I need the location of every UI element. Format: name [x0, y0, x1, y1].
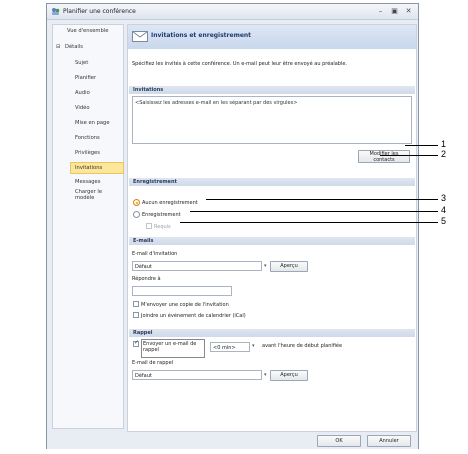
nav-item-features[interactable]: Fonctions [75, 135, 100, 141]
cancel-button[interactable]: Annuler [367, 435, 411, 447]
nav-item-load-template[interactable]: Charger le modèle [75, 189, 115, 201]
section-invitations: Invitations [129, 86, 415, 94]
copy-me-checkbox[interactable] [133, 301, 139, 307]
reply-to-input[interactable] [132, 286, 232, 296]
callout-number-3: 3 [441, 193, 447, 203]
ok-button[interactable]: OK [317, 435, 361, 447]
registration-label: Enregistrement [142, 212, 181, 218]
close-button[interactable]: ✕ [404, 7, 413, 16]
before-start-label: avant l'heure de début planifiée [262, 343, 343, 349]
radio-selected-dot [135, 201, 138, 204]
callout-number-4: 4 [441, 205, 447, 215]
reminder-email-select[interactable]: Défaut [132, 370, 262, 380]
chevron-down-icon[interactable]: ▾ [252, 343, 255, 349]
invitation-email-value: Défaut [135, 264, 152, 270]
window-title: Planifier une conférence [63, 8, 136, 15]
nav-item-messages[interactable]: Messages [75, 179, 100, 185]
nav-item-details[interactable]: Détails [65, 44, 83, 50]
nav-item-schedule[interactable]: Planifier [75, 75, 96, 81]
callout-line-4 [190, 211, 438, 212]
invitation-email-select[interactable]: Défaut [132, 261, 262, 271]
nav-item-invitations-label: Invitations [75, 165, 103, 171]
section-registration: Enregistrement [129, 178, 415, 186]
callout-line-5 [180, 222, 438, 223]
maximize-icon[interactable]: ▣ [390, 7, 399, 16]
reminder-email-value: Défaut [135, 373, 152, 379]
envelope-icon [132, 31, 148, 42]
button-bar: OK Annuler [47, 432, 418, 449]
conference-window: Planifier une conférence – ▣ ✕ Vue d'ens… [46, 3, 419, 449]
section-reminder: Rappel [129, 329, 415, 337]
reminder-minutes-select[interactable]: <0 min> [210, 342, 250, 352]
reminder-preview-button[interactable]: Aperçu [270, 370, 308, 381]
nav-item-privileges[interactable]: Privilèges [75, 150, 100, 156]
reminder-minutes-value: <0 min> [213, 345, 236, 351]
radio-no-registration[interactable] [133, 199, 140, 206]
callout-number-2: 2 [441, 149, 447, 159]
no-registration-label: Aucun enregistrement [142, 200, 198, 206]
required-label: Requis [154, 224, 171, 230]
send-reminder-tooltip: Envoyer un e-mail de rappel [141, 339, 205, 358]
invitation-preview-button[interactable]: Aperçu [270, 261, 308, 272]
nav-item-audio[interactable]: Audio [75, 90, 90, 96]
chevron-down-icon[interactable]: ▾ [264, 372, 267, 378]
nav-item-invitations-selected[interactable]: Invitations [70, 162, 124, 174]
calendar-label: Joindre un événement de calendrier (iCal… [141, 313, 246, 319]
callout-number-5: 5 [441, 216, 447, 226]
conference-app-icon [52, 8, 60, 15]
collapse-icon[interactable]: ⊟ [56, 44, 60, 50]
content-header: Invitations et enregistrement [128, 25, 416, 49]
chevron-down-icon[interactable]: ▾ [264, 263, 267, 269]
required-checkbox[interactable] [146, 223, 152, 229]
reply-to-label: Répondre à [132, 276, 161, 282]
nav-item-layout[interactable]: Mise en page [75, 120, 110, 126]
invitees-placeholder: <Saisissez les adresses e-mail en les sé… [135, 100, 298, 106]
content-description: Spécifiez les invités à cette conférence… [132, 61, 348, 67]
callout-number-1: 1 [441, 139, 447, 149]
copy-me-label: M'envoyer une copie de l'invitation [141, 302, 229, 308]
invitation-email-label: E-mail d'invitation [132, 251, 178, 257]
title-bar: Planifier une conférence – ▣ ✕ [47, 4, 418, 20]
modify-contacts-button[interactable]: Modifier les contacts [358, 150, 410, 163]
calendar-checkbox[interactable] [133, 312, 139, 318]
reminder-email-label: E-mail de rappel [132, 360, 174, 366]
callout-line-1 [405, 145, 438, 146]
invitees-input[interactable]: <Saisissez les adresses e-mail en les sé… [132, 96, 412, 144]
nav-panel: Vue d'ensemble ⊟ Détails Sujet Planifier… [52, 24, 124, 429]
checkmark-icon: ✓ [134, 339, 140, 346]
callout-line-3 [206, 199, 438, 200]
radio-registration[interactable] [133, 211, 140, 218]
nav-item-video[interactable]: Vidéo [75, 105, 90, 111]
nav-item-subject[interactable]: Sujet [75, 60, 88, 66]
send-reminder-checkbox[interactable]: ✓ [133, 339, 140, 347]
content-panel: Invitations et enregistrement Spécifiez … [127, 24, 417, 432]
callout-line-2 [380, 155, 438, 156]
content-title: Invitations et enregistrement [151, 32, 252, 39]
minimize-button[interactable]: – [376, 7, 385, 16]
send-reminder-label: Envoyer un e-mail de rappel [143, 341, 197, 353]
section-emails: E-mails [129, 237, 415, 245]
nav-item-overview[interactable]: Vue d'ensemble [67, 28, 108, 34]
